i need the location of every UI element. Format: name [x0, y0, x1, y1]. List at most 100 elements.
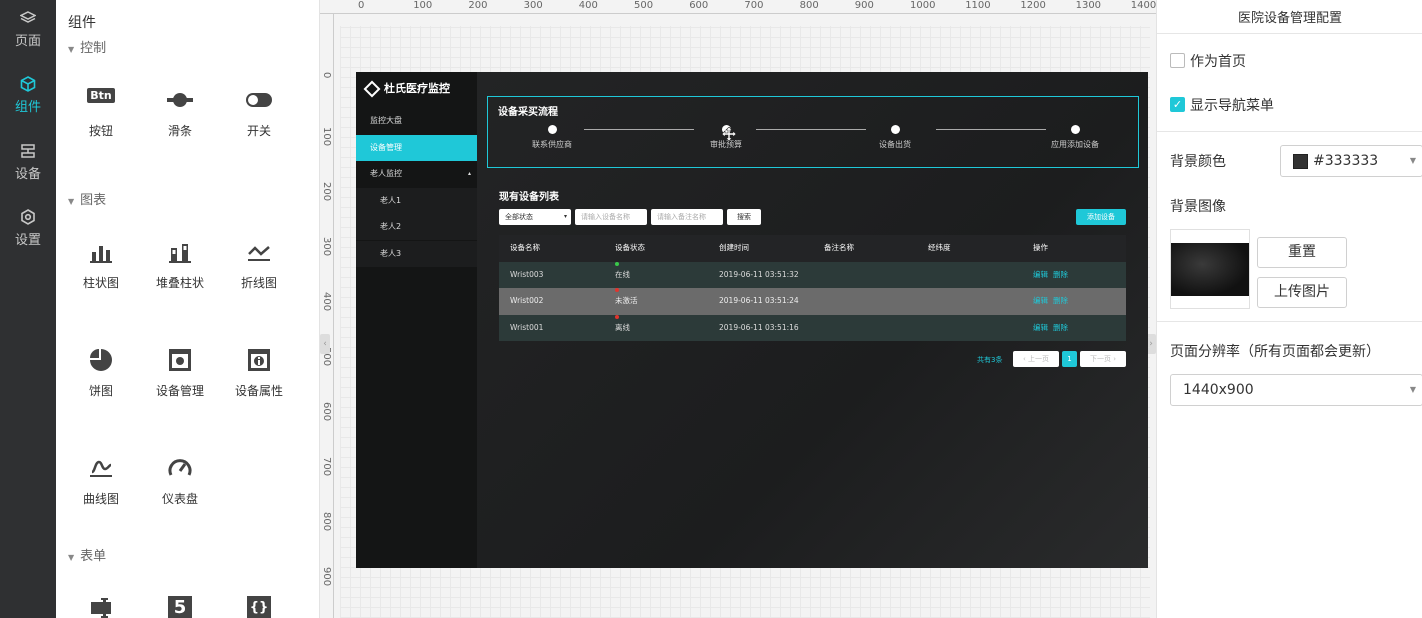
component-curve-chart[interactable]: 曲线图: [66, 456, 136, 507]
component-stacked-bar[interactable]: 堆叠柱状: [145, 240, 215, 291]
component-form-input[interactable]: [66, 596, 136, 618]
bg-color-picker[interactable]: #333333 ▼: [1280, 145, 1422, 177]
preview-menu-item[interactable]: 监控大盘: [356, 108, 477, 134]
section-control[interactable]: ▼ 控制: [68, 37, 106, 56]
preview-menu-item[interactable]: 老人监控 ▴: [356, 161, 477, 187]
component-panel: 组件 ▼ 控制 Btn 按钮 滑条 开关 ▼ 图表 柱状图 堆叠柱状 折线图 饼图 …: [56, 0, 320, 618]
component-toggle[interactable]: 开关: [224, 88, 294, 139]
bg-color-label: 背景颜色: [1170, 154, 1226, 170]
delete-link[interactable]: 删除: [1053, 315, 1068, 342]
component-pie-chart[interactable]: 饼图: [66, 348, 136, 399]
table-row[interactable]: Wrist001 离线 2019-06-11 03:51:16 编辑 删除: [499, 314, 1126, 342]
prev-page-button[interactable]: ‹ 上一页: [1013, 351, 1059, 367]
page-number[interactable]: 1: [1062, 351, 1077, 367]
chevron-down-icon: ▾: [563, 213, 567, 220]
process-flow[interactable]: 设备采买流程 联系供应商 审批预算 设备出货 应用添加设备: [487, 96, 1139, 168]
ruler-tick: 800: [321, 512, 332, 532]
component-bar-chart[interactable]: 柱状图: [66, 240, 136, 291]
device-icon: [21, 144, 35, 158]
preview-sidebar: 杜氏医疗监控 监控大盘设备管理老人监控 ▴ 老人1 老人2 老人3: [356, 72, 477, 568]
cell-status: 离线: [615, 314, 630, 342]
caret-down-icon: ▼: [68, 553, 75, 562]
page-preview[interactable]: 杜氏医疗监控 监控大盘设备管理老人监控 ▴ 老人1 老人2 老人3 设备采买流程 联系供…: [356, 72, 1148, 568]
divider: [1157, 33, 1422, 34]
device-table: 设备名称 设备状态 创建时间 备注名称 经纬度 操作 Wrist003 在线 201…: [499, 235, 1126, 341]
device-name-input[interactable]: 请输入设备名称: [575, 209, 647, 225]
step-dot: [890, 125, 900, 134]
preview-menu-item[interactable]: 老人2: [356, 214, 477, 240]
nav-item-settings[interactable]: 设置: [0, 199, 56, 253]
as-home-checkbox[interactable]: [1170, 53, 1185, 68]
component-device-info[interactable]: 设备属性: [224, 348, 294, 399]
nav-item-components[interactable]: 组件: [0, 66, 56, 120]
preview-brand: 杜氏医疗监控: [363, 80, 450, 98]
add-device-button[interactable]: 添加设备: [1076, 209, 1126, 225]
section-form[interactable]: ▼ 表单: [68, 545, 106, 564]
ruler-tick: 400: [321, 292, 332, 312]
edit-link[interactable]: 编辑: [1033, 288, 1048, 315]
column-header: 备注名称: [824, 243, 854, 252]
upload-image-button[interactable]: 上传图片: [1257, 277, 1347, 308]
search-button[interactable]: 搜索: [727, 209, 761, 225]
status-select[interactable]: 全部状态 ▾: [499, 209, 571, 225]
caret-up-icon: ▴: [467, 170, 471, 177]
caret-down-icon: ▼: [68, 45, 75, 54]
panel-title: 组件: [68, 15, 96, 31]
component-button[interactable]: Btn 按钮: [66, 88, 136, 139]
resolution-label: 页面分辨率（所有页面都会更新）: [1170, 344, 1380, 360]
brand-name: 杜氏医疗监控: [384, 82, 450, 95]
component-line-chart[interactable]: 折线图: [224, 240, 294, 291]
component-label: 柱状图: [82, 276, 119, 290]
check-icon: ✓: [1172, 98, 1183, 111]
reset-button[interactable]: 重置: [1257, 237, 1347, 268]
slider-icon: [167, 93, 193, 107]
config-panel: 医院设备管理配置 作为首页 ✓ 显示导航菜单 背景颜色 #333333 ▼ 背景图…: [1156, 0, 1422, 618]
component-label: 仪表盘: [161, 492, 198, 506]
layers-icon: [20, 11, 36, 23]
divider: [1157, 321, 1422, 322]
resolution-select[interactable]: 1440x900 ▼: [1170, 374, 1422, 406]
component-json[interactable]: {}: [224, 596, 294, 618]
status-label: 未激活: [615, 296, 638, 305]
table-row[interactable]: Wrist003 在线 2019-06-11 03:51:32 编辑 删除: [499, 261, 1126, 289]
form-input-icon: [91, 598, 111, 618]
preview-menu-item[interactable]: 老人3: [356, 240, 477, 267]
component-label: 折线图: [240, 276, 277, 290]
nav-item-devices[interactable]: 设备: [0, 133, 56, 187]
component-label: 设备属性: [234, 384, 283, 398]
edit-link[interactable]: 编辑: [1033, 315, 1048, 342]
section-charts[interactable]: ▼ 图表: [68, 189, 106, 208]
nav-label: 组件: [14, 100, 41, 115]
ruler-tick: 200: [468, 0, 488, 11]
component-number[interactable]: 5: [145, 596, 215, 618]
preview-main: 设备采买流程 联系供应商 审批预算 设备出货 应用添加设备 现有设备列表 全部状…: [477, 72, 1148, 568]
preview-menu-item[interactable]: 老人1: [356, 187, 477, 214]
gear-icon: [21, 209, 35, 225]
table-row[interactable]: Wrist002 未激活 2019-06-11 03:51:24 编辑 删除: [499, 288, 1126, 315]
delete-link[interactable]: 删除: [1053, 262, 1068, 289]
component-device-manage[interactable]: 设备管理: [145, 348, 215, 399]
step-dot: [547, 125, 557, 134]
delete-link[interactable]: 删除: [1053, 288, 1068, 315]
ruler-tick: 1000: [910, 0, 936, 11]
next-page-button[interactable]: 下一页 ›: [1080, 351, 1126, 367]
section-label: 表单: [80, 549, 107, 564]
cube-icon: [20, 76, 36, 92]
edit-link[interactable]: 编辑: [1033, 262, 1048, 289]
design-canvas[interactable]: 0 100 200 300 400 500 600 700 800 900 1000 1100 1200…: [320, 0, 1156, 618]
ruler-tick: 600: [689, 0, 709, 11]
component-slider[interactable]: 滑条: [145, 88, 215, 139]
ruler-tick: 1100: [965, 0, 991, 11]
component-gauge[interactable]: 仪表盘: [145, 456, 215, 507]
preview-menu-item[interactable]: 设备管理: [356, 134, 477, 161]
device-manage-icon: [169, 349, 191, 371]
menu-label: 设备管理: [370, 142, 402, 152]
remark-input[interactable]: 请输入备注名称: [651, 209, 723, 225]
collapse-left-handle[interactable]: ‹: [320, 334, 330, 354]
bg-image-thumbnail[interactable]: [1170, 229, 1250, 309]
menu-label: 老人1: [380, 195, 402, 205]
nav-item-pages[interactable]: 页面: [0, 0, 56, 54]
main-nav: 页面 组件 设备 设置: [0, 0, 56, 618]
ruler-tick: 800: [799, 0, 819, 11]
show-nav-checkbox[interactable]: ✓: [1170, 97, 1185, 112]
